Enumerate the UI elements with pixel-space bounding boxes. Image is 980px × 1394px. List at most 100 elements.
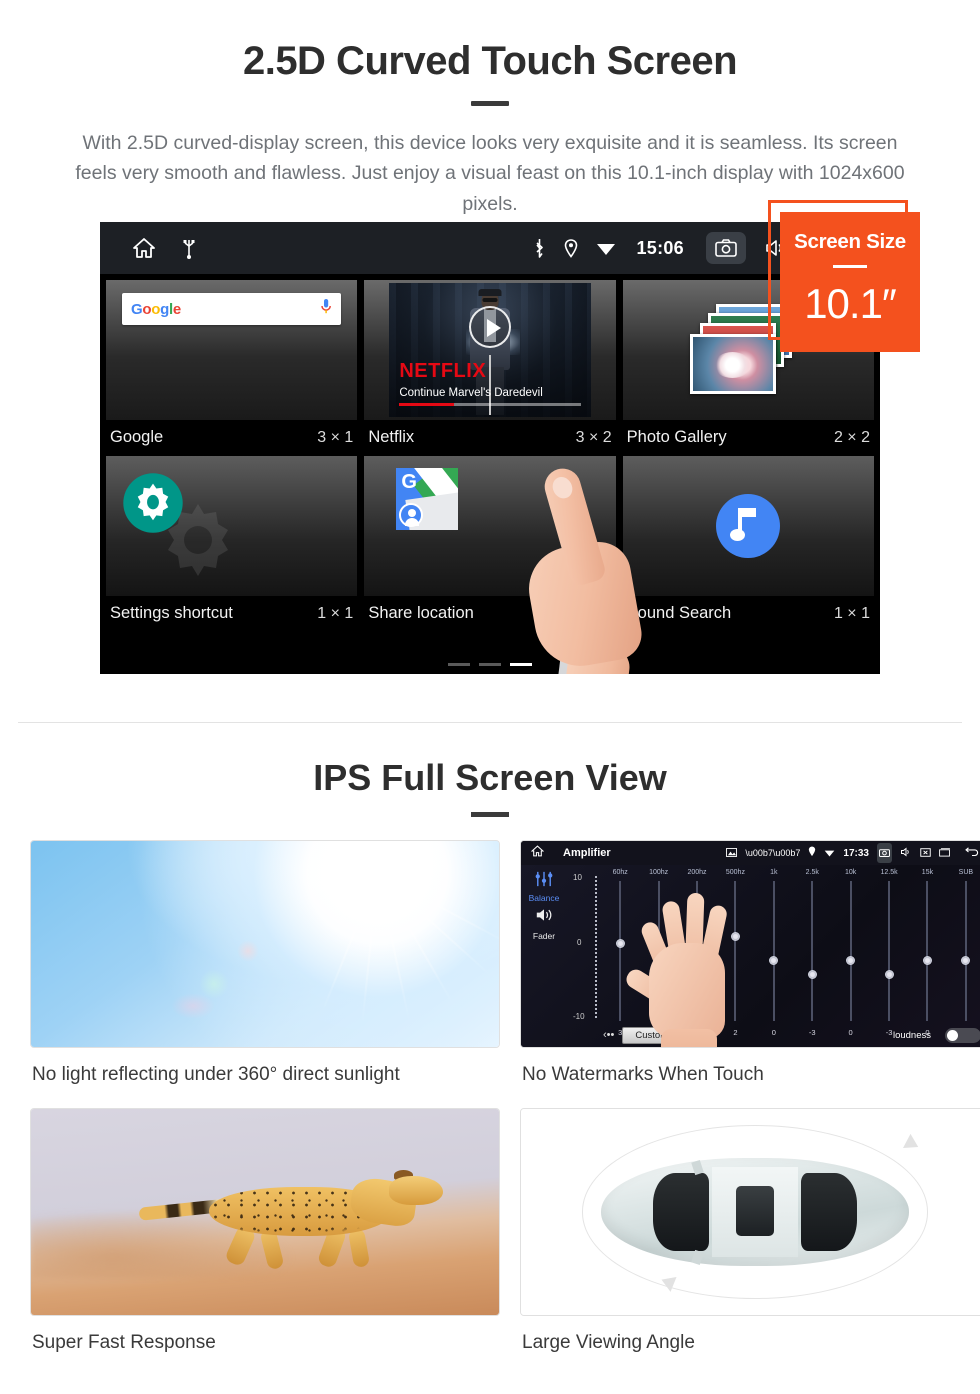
netflix-caption: Continue Marvel's Daredevil	[399, 387, 543, 399]
location-icon	[564, 238, 578, 258]
screen-size-badge: Screen Size 10.1″	[780, 212, 920, 352]
play-icon[interactable]	[468, 306, 511, 348]
amplifier-title: Amplifier	[563, 847, 611, 859]
fader-icon[interactable]	[534, 907, 554, 928]
widget-row-1: Google Google 3 × 1 NETFLIX Continue Mar…	[106, 280, 874, 456]
widget-name: Google	[110, 428, 164, 446]
google-search-bar[interactable]: Google	[122, 293, 342, 325]
widget-netflix[interactable]: NETFLIX Continue Marvel's Daredevil Netf…	[364, 280, 616, 456]
section2-title: IPS Full Screen View	[313, 757, 667, 798]
eq-band[interactable]: 2.5k -3	[793, 869, 831, 1043]
widget-share-location-label: Share location 1 × 1	[364, 596, 615, 632]
widget-share-location-preview[interactable]: G	[364, 456, 616, 596]
widget-google-label: Google 3 × 1	[106, 420, 357, 456]
widget-photo-gallery-label: Photo Gallery 2 × 2	[623, 420, 874, 456]
amplifier-image: Amplifier \u00b7\u00b7 17:33 Balance Fad…	[520, 840, 980, 1048]
location-icon	[808, 844, 816, 862]
widget-name: Share location	[368, 604, 474, 622]
product-feature-page: 2.5D Curved Touch Screen With 2.5D curve…	[0, 0, 980, 1394]
feature-card-fast-response: Super Fast Response	[0, 1108, 500, 1354]
widget-google-preview[interactable]: Google	[106, 280, 358, 420]
page-indicator-dots[interactable]	[100, 663, 880, 666]
amplifier-status-bar: Amplifier \u00b7\u00b7 17:33	[521, 841, 980, 865]
feature-card-watermarks: Amplifier \u00b7\u00b7 17:33 Balance Fad…	[490, 840, 980, 1086]
google-logo: Google	[131, 300, 181, 318]
widget-settings-label: Settings shortcut 1 × 1	[106, 596, 357, 632]
feature-card-sunlight: No light reflecting under 360° direct su…	[0, 840, 500, 1086]
back-icon[interactable]	[965, 844, 979, 862]
android-status-bar: 15:06	[100, 222, 880, 274]
camera-icon[interactable]	[706, 232, 746, 264]
mic-icon[interactable]	[320, 298, 332, 320]
widget-size: 3 × 2	[575, 428, 612, 446]
feature-row-1: No light reflecting under 360° direct su…	[0, 840, 980, 1086]
amplifier-side-tabs: Balance Fader	[521, 865, 567, 1047]
volume-icon[interactable]	[900, 844, 912, 862]
feature-caption: Large Viewing Angle	[522, 1332, 695, 1353]
page-dot[interactable]	[479, 663, 501, 666]
widget-row-2: Settings shortcut 1 × 1 G Share location…	[106, 456, 874, 632]
home-icon[interactable]	[530, 844, 545, 862]
rotation-arrow-right	[902, 1133, 922, 1154]
eq-band-freq: 12.5k	[880, 869, 898, 876]
usb-icon[interactable]	[182, 237, 196, 259]
widget-netflix-preview[interactable]: NETFLIX Continue Marvel's Daredevil	[364, 280, 616, 420]
status-bar-left-group	[100, 237, 196, 259]
wifi-icon	[596, 241, 616, 256]
equalizer: 10 0 -10 60hz3 100hz-4 200hz0 500hz2	[567, 865, 980, 1047]
widget-google[interactable]: Google Google 3 × 1	[106, 280, 358, 456]
scale-min: -10	[573, 1012, 585, 1021]
eq-band[interactable]: 12.5k -3	[870, 869, 908, 1043]
feature-caption: No light reflecting under 360° direct su…	[32, 1064, 400, 1085]
feature-card-viewing-angle: Large Viewing Angle	[490, 1108, 980, 1354]
widget-name: Photo Gallery	[626, 428, 727, 446]
gear-icon	[122, 472, 184, 534]
widget-share-location[interactable]: G Share location 1 × 1	[364, 456, 616, 632]
widget-name: Netflix	[368, 428, 415, 446]
home-icon[interactable]	[132, 237, 156, 259]
widget-size: 3 × 1	[317, 428, 354, 446]
wifi-icon	[824, 844, 835, 862]
open-hand-illustration	[623, 885, 751, 1047]
screen-size-badge-title: Screen Size	[794, 230, 906, 253]
loudness-label: loudness	[892, 1029, 931, 1041]
close-icon[interactable]	[920, 844, 931, 862]
feature-caption: Super Fast Response	[32, 1332, 216, 1353]
eq-band-freq: 200hz	[687, 869, 707, 876]
widget-name: Sound Search	[626, 604, 732, 622]
eq-band-freq: 1k	[770, 869, 778, 876]
prev-preset-icon[interactable]: ‹••	[603, 1029, 614, 1041]
cheetah-image	[30, 1108, 500, 1316]
gallery-icon[interactable]	[726, 844, 738, 862]
screen-size-badge-value: 10.1″	[804, 280, 897, 327]
car-body	[600, 1158, 910, 1266]
widget-settings-shortcut[interactable]: Settings shortcut 1 × 1	[106, 456, 358, 632]
sunlight-image	[30, 840, 500, 1048]
page-dot[interactable]	[448, 663, 470, 666]
balance-tab-label[interactable]: Balance	[521, 893, 567, 903]
loudness-toggle[interactable]	[945, 1027, 980, 1043]
widget-name: Settings shortcut	[110, 604, 233, 622]
status-bar-clock: 15:06	[636, 237, 684, 258]
more-icon[interactable]: \u00b7\u00b7	[745, 848, 800, 858]
widget-settings-preview[interactable]	[106, 456, 358, 596]
widget-sound-search[interactable]: Sound Search 1 × 1	[622, 456, 874, 632]
recent-apps-icon[interactable]	[939, 844, 951, 862]
eq-band[interactable]: 1k 0	[755, 869, 793, 1043]
eq-band[interactable]: 10k 0	[831, 869, 869, 1043]
widget-sound-search-preview[interactable]	[622, 456, 874, 596]
netflix-progress-bar	[399, 403, 581, 406]
widget-sound-search-label: Sound Search 1 × 1	[623, 596, 874, 632]
section2-underline-rule	[471, 812, 509, 817]
netflix-thumbnail: NETFLIX Continue Marvel's Daredevil	[389, 283, 591, 417]
eq-band[interactable]: SUB0	[947, 869, 980, 1043]
fader-tab-label[interactable]: Fader	[521, 931, 567, 941]
widget-netflix-label: Netflix 3 × 2	[364, 420, 615, 456]
balance-icon[interactable]	[534, 871, 554, 891]
page-dot-active[interactable]	[510, 663, 532, 666]
scale-max: 10	[573, 873, 582, 882]
camera-icon[interactable]	[877, 843, 892, 863]
eq-band[interactable]: 60hz 3	[601, 869, 639, 1043]
eq-band-freq: 10k	[844, 869, 857, 876]
eq-band[interactable]: 15k 0	[908, 869, 946, 1043]
